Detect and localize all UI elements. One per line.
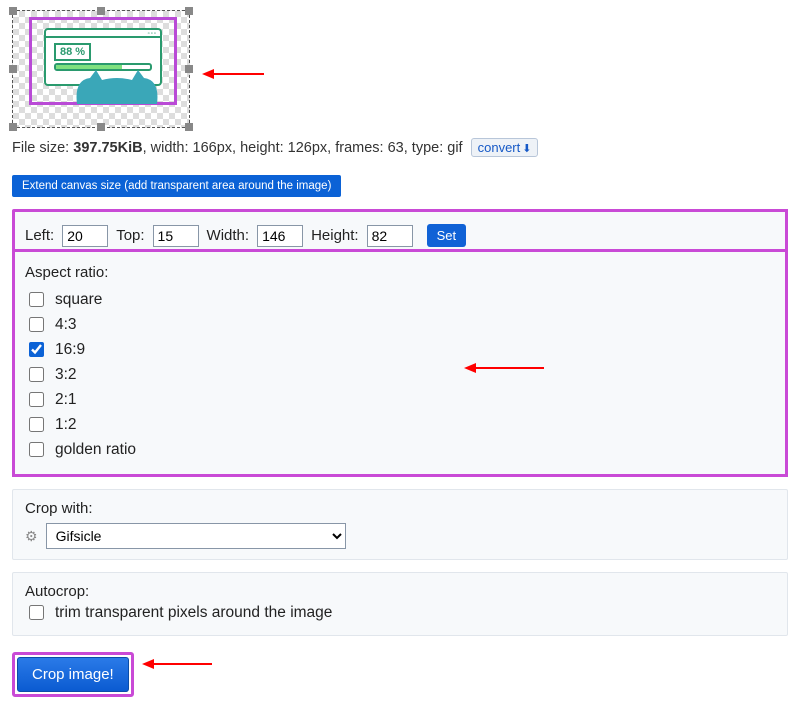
resize-handle[interactable] <box>9 123 17 131</box>
gear-icon: ⚙ <box>25 528 38 545</box>
crop-button-highlight: Crop image! <box>12 652 134 697</box>
aspect-ratio-title: Aspect ratio: <box>25 264 775 281</box>
aspect-ratio-panel: Aspect ratio: square 4:3 16:9 3:2 2:1 1:… <box>12 252 788 477</box>
file-size: 397.75KiB <box>73 140 142 156</box>
resize-handle[interactable] <box>185 65 193 73</box>
autocrop-trim[interactable] <box>29 605 44 620</box>
crop-selection[interactable]: ▫▫▫ 88 % <box>29 17 177 105</box>
preview-mascot <box>72 70 162 104</box>
aspect-3-2[interactable] <box>29 367 44 382</box>
aspect-16-9[interactable] <box>29 342 44 357</box>
autocrop-label: Autocrop: <box>25 583 775 600</box>
aspect-1-2[interactable] <box>29 417 44 432</box>
extend-canvas-button[interactable]: Extend canvas size (add transparent area… <box>12 175 341 197</box>
width-label: Width: <box>207 227 250 244</box>
set-button[interactable]: Set <box>427 224 467 247</box>
autocrop-option-label: trim transparent pixels around the image <box>55 604 332 622</box>
height-label: Height: <box>311 227 359 244</box>
crop-preview[interactable]: ▫▫▫ 88 % <box>12 10 788 130</box>
download-icon: ⬇ <box>522 143 531 155</box>
resize-handle[interactable] <box>97 123 105 131</box>
width-input[interactable] <box>257 225 303 247</box>
aspect-square[interactable] <box>29 292 44 307</box>
resize-handle[interactable] <box>9 7 17 15</box>
annotation-arrow <box>202 68 264 80</box>
aspect-label: square <box>55 291 102 309</box>
crop-with-panel: Crop with: ⚙ Gifsicle <box>12 489 788 560</box>
aspect-label: golden ratio <box>55 441 136 459</box>
autocrop-panel: Autocrop: trim transparent pixels around… <box>12 572 788 636</box>
resize-handle[interactable] <box>185 7 193 15</box>
left-input[interactable] <box>62 225 108 247</box>
file-info: File size: 397.75KiB, width: 166px, heig… <box>12 138 788 157</box>
aspect-label: 1:2 <box>55 416 77 434</box>
aspect-label: 2:1 <box>55 391 77 409</box>
resize-handle[interactable] <box>185 123 193 131</box>
top-input[interactable] <box>153 225 199 247</box>
aspect-label: 16:9 <box>55 341 85 359</box>
crop-engine-select[interactable]: Gifsicle <box>46 523 346 549</box>
resize-handle[interactable] <box>9 65 17 73</box>
top-label: Top: <box>116 227 144 244</box>
aspect-2-1[interactable] <box>29 392 44 407</box>
height-input[interactable] <box>367 225 413 247</box>
aspect-label: 4:3 <box>55 316 77 334</box>
image-canvas[interactable]: ▫▫▫ 88 % <box>12 10 190 128</box>
crop-coordinates: Left: Top: Width: Height: Set <box>12 209 788 252</box>
file-size-label: File size: <box>12 140 73 156</box>
aspect-4-3[interactable] <box>29 317 44 332</box>
annotation-arrow <box>464 362 544 374</box>
aspect-golden[interactable] <box>29 442 44 457</box>
aspect-label: 3:2 <box>55 366 77 384</box>
resize-handle[interactable] <box>97 7 105 15</box>
left-label: Left: <box>25 227 54 244</box>
convert-button[interactable]: convert⬇ <box>471 138 539 157</box>
annotation-arrow <box>142 658 212 670</box>
crop-image-button[interactable]: Crop image! <box>17 657 129 692</box>
crop-with-label: Crop with: <box>25 500 775 517</box>
file-dimensions: , width: 166px, height: 126px, frames: 6… <box>143 140 463 156</box>
preview-percent: 88 % <box>54 43 91 61</box>
